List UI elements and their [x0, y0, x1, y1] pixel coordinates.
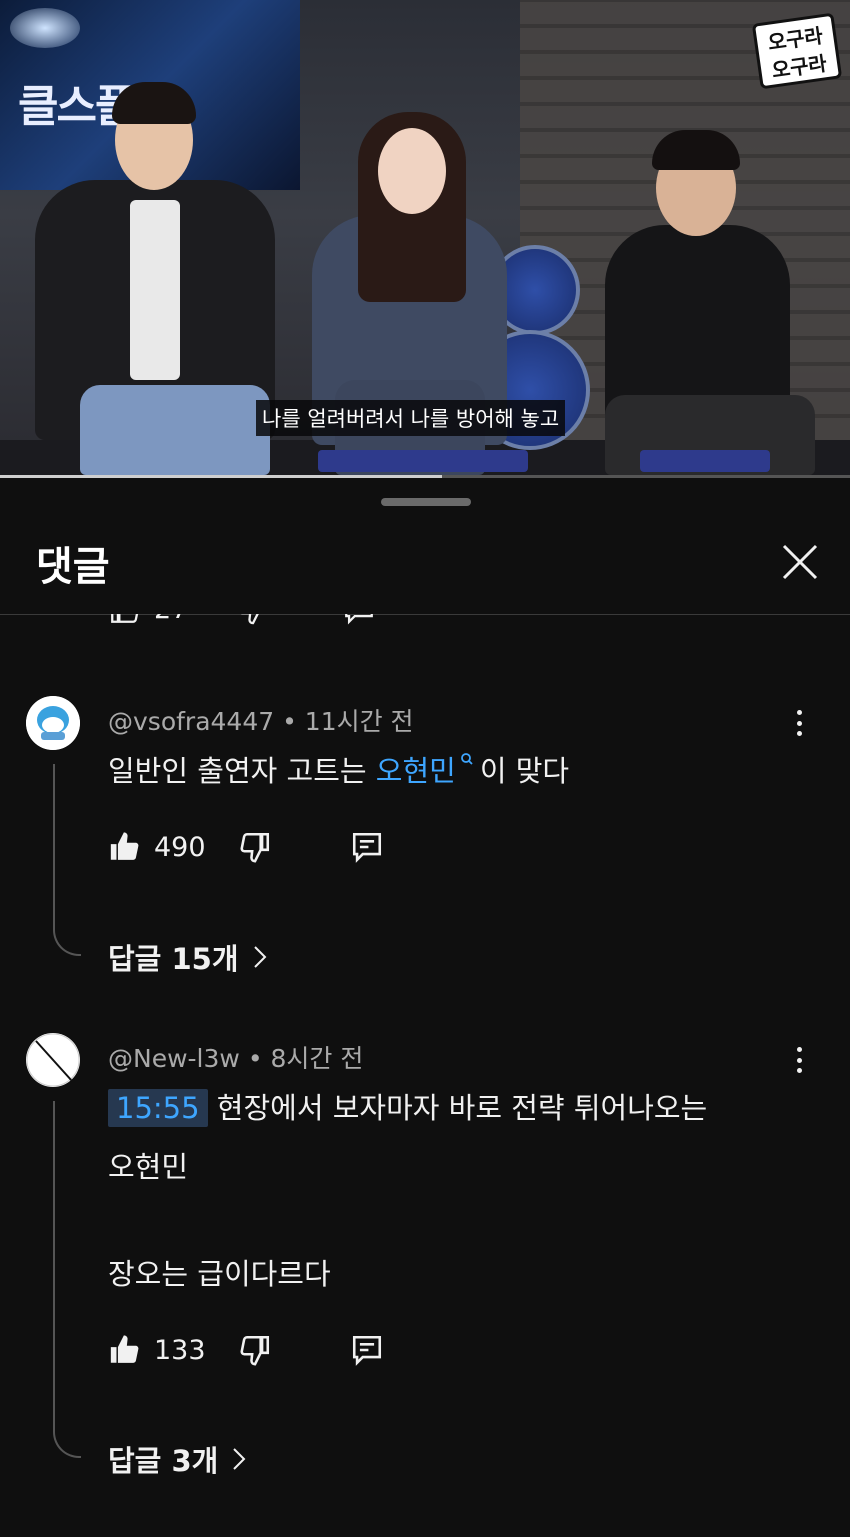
reply-button[interactable]	[350, 1333, 384, 1367]
search-link-text: 오현민	[375, 754, 456, 788]
comment-author[interactable]: @New-l3w	[108, 1044, 240, 1073]
dislike-icon[interactable]	[236, 614, 270, 626]
close-icon	[782, 544, 818, 580]
more-dot	[796, 1047, 802, 1052]
comment-actions: 133	[108, 1333, 384, 1367]
video-subtitle: 나를 얼려버려서 나를 방어해 놓고	[256, 400, 566, 436]
more-options-button[interactable]	[787, 706, 811, 740]
dislike-button[interactable]	[238, 830, 272, 864]
comment-actions: 490	[108, 830, 384, 864]
meta-separator: •	[282, 707, 305, 736]
more-dot	[796, 731, 802, 736]
comment-meta: @New-l3w • 8시간 전	[108, 1039, 363, 1075]
like-filled-icon	[110, 1335, 139, 1363]
comment-text: 15:55 현장에서 보자마자 바로 전략 튀어나오는	[108, 1079, 707, 1137]
replies-label: 답글 3개	[108, 1444, 219, 1478]
reply-button[interactable]	[350, 830, 384, 864]
replies-label: 답글 15개	[108, 942, 239, 976]
comment-time: 8시간 전	[270, 1044, 364, 1073]
like-count: 490	[154, 831, 206, 863]
stage-light	[10, 8, 80, 48]
video-player[interactable]: 클스플랜 오구라 오구라 나를 얼려버려서 나를 방어해 놓고	[0, 0, 850, 478]
thread-connector	[53, 1101, 81, 1458]
comment-text-line: 오현민	[108, 1150, 189, 1184]
comment-meta: @vsofra4447 • 11시간 전	[108, 702, 414, 738]
more-options-button[interactable]	[787, 1043, 811, 1077]
comment-text-line: 장오는 급이다르다	[108, 1257, 331, 1291]
view-replies-button[interactable]: 답글 3개	[108, 1438, 246, 1480]
comment-text-part: 일반인 출연자 고트는	[108, 754, 376, 788]
comment-time: 11시간 전	[304, 707, 414, 736]
chevron-right-icon	[232, 1447, 246, 1471]
dislike-icon	[240, 1335, 269, 1366]
view-replies-button[interactable]: 답글 15개	[108, 936, 267, 978]
chevron-right-icon	[253, 945, 267, 969]
drag-handle[interactable]	[381, 498, 471, 506]
more-dot	[796, 1057, 802, 1063]
comment-text-part: 이 맞다	[479, 754, 570, 788]
avatar[interactable]	[26, 696, 80, 750]
timestamp-link[interactable]: 15:55	[108, 1089, 208, 1127]
more-dot	[796, 710, 802, 715]
comment-text: 일반인 출연자 고트는 오현민 이 맞다	[108, 742, 569, 800]
like-button[interactable]: 133	[108, 1333, 206, 1367]
reply-icon	[352, 832, 381, 863]
dislike-icon	[240, 832, 269, 863]
channel-logo: 오구라 오구라	[751, 12, 843, 90]
search-icon	[460, 753, 473, 765]
stool	[640, 450, 770, 472]
like-count: 27	[154, 614, 188, 625]
thread-connector	[53, 764, 81, 956]
like-icon[interactable]	[108, 614, 142, 626]
like-count: 133	[154, 1334, 206, 1366]
like-button[interactable]: 490	[108, 830, 206, 864]
sheet-title: 댓글	[36, 544, 110, 590]
comment-author[interactable]: @vsofra4447	[108, 707, 274, 736]
robot-avatar-icon	[26, 696, 80, 750]
like-filled-icon	[110, 832, 139, 860]
more-dot	[796, 1068, 802, 1073]
dislike-button[interactable]	[238, 1333, 272, 1367]
close-button[interactable]	[778, 540, 822, 584]
comment-text-part: 현장에서 보자마자 바로 전략 튀어나오는	[207, 1091, 708, 1125]
stool	[318, 450, 528, 472]
meta-separator: •	[247, 1044, 271, 1073]
partial-action-row: 27	[108, 614, 408, 634]
reply-icon[interactable]	[342, 614, 376, 626]
slash-avatar-icon	[26, 1033, 80, 1087]
avatar[interactable]	[26, 1033, 80, 1087]
more-dot	[796, 720, 802, 726]
comments-sheet: 댓글 27	[0, 478, 850, 1537]
reply-icon	[352, 1335, 381, 1366]
search-link[interactable]: 오현민	[375, 753, 480, 788]
